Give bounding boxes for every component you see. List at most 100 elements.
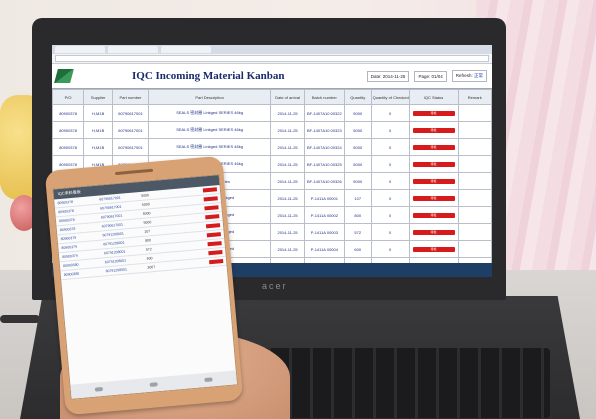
status-indicator	[202, 187, 218, 193]
table-cell: 0	[370, 223, 410, 241]
table-cell: P-1411A 00002	[303, 206, 345, 224]
browser-tab[interactable]	[55, 46, 105, 53]
page-title: IQC Incoming Material Kanban	[132, 70, 285, 82]
status-indicator	[205, 214, 220, 220]
table-cell: BF-1407A10 00322	[303, 104, 345, 122]
status-indicator	[207, 241, 222, 247]
table-cell: BF-1407A10 00323	[303, 121, 345, 139]
list-item-cell: 80900379	[62, 253, 78, 260]
table-cell: 待检	[408, 172, 459, 190]
col-header: Batch number	[303, 89, 345, 105]
table-header-row: P/O Supplier Part number Part Descriptio…	[52, 89, 492, 105]
laptop-brand: acer	[262, 281, 288, 291]
table-cell: 待检	[408, 223, 459, 241]
col-header: Quantity	[343, 89, 372, 105]
refresh-label-text: Refresh:	[455, 73, 473, 78]
list-item-cell: 107	[144, 229, 151, 234]
table-cell: 待检	[408, 189, 459, 207]
table-cell: P-1411A 00003	[303, 223, 345, 241]
list-item-cell: 60790617001	[100, 213, 123, 220]
status-indicator	[206, 232, 221, 238]
table-cell: 60790617001	[112, 104, 149, 122]
list-item-cell: 60791208001	[105, 267, 128, 274]
table-cell: SEALS 密封圈 Linkged SERIES 46kg	[147, 121, 272, 139]
table-cell: BF-1407A10 00324	[303, 138, 345, 156]
table-cell	[457, 206, 492, 224]
table-cell: 0	[370, 138, 410, 156]
col-header: P/O	[52, 89, 85, 105]
table-cell: 5000	[343, 138, 372, 156]
list-item-cell: 3007	[147, 264, 156, 270]
list-item-cell: 600	[146, 256, 153, 261]
status-indicator	[205, 223, 221, 229]
list-item-cell: 60791208001	[102, 231, 124, 238]
menu-icon[interactable]	[204, 377, 213, 383]
browser-tab[interactable]	[108, 46, 158, 53]
table-cell: 80900378	[52, 104, 85, 122]
iqc-status-badge: 待检	[412, 195, 455, 201]
table-cell: 2014-11-25	[270, 189, 305, 207]
refresh-label: Refresh: 正常	[451, 70, 487, 82]
list-item-cell: 60790617001	[99, 204, 122, 211]
list-item-cell: 572	[145, 247, 152, 252]
iqc-status-badge: 待检	[412, 246, 455, 252]
table-cell: 待检	[408, 155, 459, 173]
table-cell: 5000	[343, 155, 372, 173]
table-cell: 0	[370, 240, 410, 258]
iqc-status-badge: 待检	[412, 110, 455, 116]
table-cell	[457, 189, 492, 207]
browser-tabbar	[52, 45, 492, 54]
browser-address-bar	[52, 54, 492, 64]
list-item-cell: 800	[144, 238, 152, 243]
table-cell: BF-1407A10 00326	[303, 172, 345, 190]
table-cell: 5000	[343, 104, 372, 122]
home-icon[interactable]	[149, 382, 158, 387]
table-cell	[457, 121, 492, 139]
table-cell: 2014-11-25	[270, 104, 305, 122]
phone-list: 80900378 60790617001 5000 80900378 607906170…	[54, 185, 227, 281]
cable	[0, 315, 40, 323]
table-cell: 60790617001	[112, 121, 149, 139]
table-cell: 待检	[408, 104, 459, 122]
table-cell: 60790617001	[112, 138, 149, 156]
table-row: 80900378H,M1B60790617001SEALS 密封圈 Linkge…	[52, 104, 492, 122]
refresh-value: 正常	[474, 73, 483, 78]
table-cell: 0	[370, 121, 410, 139]
table-cell: 0	[370, 172, 410, 190]
table-cell	[457, 155, 492, 173]
table-cell: 600	[343, 240, 372, 258]
phone-nav-bar	[70, 370, 237, 399]
table-cell: 2014-11-25	[270, 155, 305, 173]
list-item-cell: 80900378	[58, 208, 74, 215]
table-cell: 5000	[343, 172, 372, 190]
iqc-status-badge: 待检	[412, 212, 455, 218]
list-item-cell: 80900378	[57, 199, 74, 206]
table-cell: 80900378	[52, 138, 85, 156]
phone-screen: IQC来料看板 80900378 60790617001 5000 80900378 6…	[52, 173, 239, 400]
col-header: Date of arrival	[270, 89, 305, 105]
list-item-cell: 60791208001	[103, 249, 126, 256]
list-item-cell: 80900380	[62, 262, 79, 268]
iqc-status-badge: 待检	[412, 161, 455, 167]
url-input[interactable]	[55, 55, 489, 62]
table-cell: P-1411A 00004	[303, 240, 345, 258]
browser-tab[interactable]	[161, 46, 211, 53]
status-indicator	[208, 250, 223, 256]
table-cell: 572	[343, 223, 372, 241]
list-item-cell: 60791208001	[103, 240, 125, 247]
col-header: Quantity of Checked	[370, 89, 410, 105]
table-cell	[457, 138, 492, 156]
table-cell: 0	[370, 206, 410, 224]
table-cell: P-1411A 00001	[303, 189, 345, 207]
table-cell: 107	[343, 189, 372, 207]
table-cell: 5000	[343, 121, 372, 139]
list-item-cell: 80900378	[58, 217, 75, 224]
table-cell: H,M1B	[83, 104, 114, 122]
list-item-cell: 60790617001	[99, 195, 121, 202]
back-icon[interactable]	[94, 387, 103, 392]
table-cell: 800	[343, 206, 372, 224]
list-item-cell: 80900380	[63, 271, 80, 277]
laptop-keyboard	[250, 348, 550, 418]
table-cell: 80900378	[52, 121, 85, 139]
table-cell: 2014-11-25	[270, 172, 305, 190]
